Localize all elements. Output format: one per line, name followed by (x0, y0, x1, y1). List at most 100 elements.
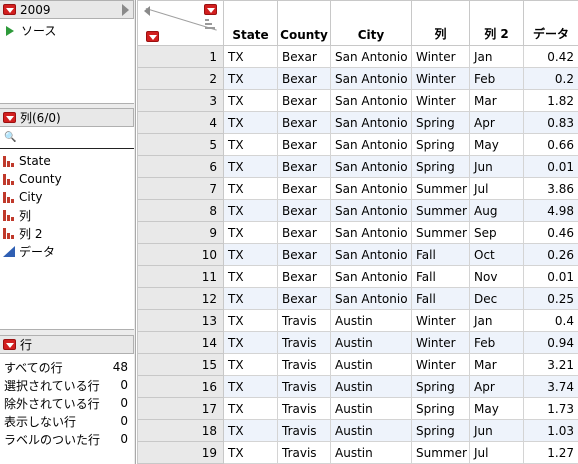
cell-city[interactable]: San Antonio (330, 67, 412, 90)
sort-icon[interactable] (205, 19, 215, 29)
cell-retsu[interactable]: Winter (411, 331, 470, 354)
cell-city[interactable]: San Antonio (330, 243, 412, 266)
row-number[interactable]: 9 (137, 221, 224, 244)
column-header-retsu-2[interactable]: 列 2 (469, 0, 524, 46)
column-item-data[interactable]: データ (0, 242, 134, 260)
table-row[interactable]: 6 TX Bexar San Antonio Spring Jun 0.01 (137, 155, 578, 178)
cell-retsu[interactable]: Winter (411, 45, 470, 68)
cell-city[interactable]: San Antonio (330, 111, 412, 134)
cell-retsu[interactable]: Spring (411, 155, 470, 178)
cell-county[interactable]: Bexar (277, 221, 331, 244)
columns-red-triangle-icon[interactable] (204, 4, 217, 15)
cell-retsu-2[interactable]: Feb (469, 331, 524, 354)
cell-retsu[interactable]: Summer (411, 221, 470, 244)
cell-retsu-2[interactable]: Aug (469, 199, 524, 222)
cell-data[interactable]: 0.01 (523, 155, 578, 178)
row-number[interactable]: 2 (137, 67, 224, 90)
cell-city[interactable]: San Antonio (330, 177, 412, 200)
cell-retsu-2[interactable]: Apr (469, 111, 524, 134)
cell-city[interactable]: San Antonio (330, 133, 412, 156)
row-number[interactable]: 8 (137, 199, 224, 222)
row-number[interactable]: 13 (137, 309, 224, 332)
cell-retsu-2[interactable]: Feb (469, 67, 524, 90)
cell-retsu[interactable]: Spring (411, 133, 470, 156)
cell-retsu-2[interactable]: Mar (469, 353, 524, 376)
cell-county[interactable]: Bexar (277, 199, 331, 222)
rows-red-triangle-icon[interactable] (146, 31, 159, 42)
column-header-retsu[interactable]: 列 (411, 0, 470, 46)
cell-retsu-2[interactable]: Jul (469, 177, 524, 200)
column-header-county[interactable]: County (277, 0, 331, 46)
cell-state[interactable]: TX (223, 331, 278, 354)
column-item-county[interactable]: County (0, 170, 134, 188)
cell-data[interactable]: 0.94 (523, 331, 578, 354)
collapse-arrow-icon[interactable] (122, 4, 129, 16)
table-row[interactable]: 13 TX Travis Austin Winter Jan 0.4 (137, 309, 578, 332)
cell-retsu-2[interactable]: Jun (469, 419, 524, 442)
cell-county[interactable]: Travis (277, 441, 331, 464)
column-header-data[interactable]: データ (523, 0, 578, 46)
cell-city[interactable]: Austin (330, 353, 412, 376)
column-item-retsu[interactable]: 列 (0, 206, 134, 224)
row-number[interactable]: 3 (137, 89, 224, 112)
row-number[interactable]: 5 (137, 133, 224, 156)
cell-data[interactable]: 1.03 (523, 419, 578, 442)
cell-state[interactable]: TX (223, 287, 278, 310)
cell-retsu-2[interactable]: May (469, 397, 524, 420)
cell-state[interactable]: TX (223, 353, 278, 376)
cell-county[interactable]: Travis (277, 419, 331, 442)
cell-state[interactable]: TX (223, 419, 278, 442)
row-number[interactable]: 10 (137, 243, 224, 266)
play-icon[interactable] (6, 25, 14, 36)
cell-retsu[interactable]: Winter (411, 353, 470, 376)
cell-city[interactable]: San Antonio (330, 287, 412, 310)
cell-data[interactable]: 0.66 (523, 133, 578, 156)
cell-state[interactable]: TX (223, 177, 278, 200)
row-number[interactable]: 19 (137, 441, 224, 464)
cell-retsu-2[interactable]: Nov (469, 265, 524, 288)
row-number[interactable]: 15 (137, 353, 224, 376)
cell-city[interactable]: San Antonio (330, 89, 412, 112)
table-row[interactable]: 7 TX Bexar San Antonio Summer Jul 3.86 (137, 177, 578, 200)
row-number[interactable]: 12 (137, 287, 224, 310)
cell-data[interactable]: 3.86 (523, 177, 578, 200)
row-number[interactable]: 14 (137, 331, 224, 354)
cell-state[interactable]: TX (223, 111, 278, 134)
rows-menu-red-triangle-icon[interactable] (3, 339, 16, 350)
cell-state[interactable]: TX (223, 221, 278, 244)
row-number[interactable]: 7 (137, 177, 224, 200)
cell-data[interactable]: 3.74 (523, 375, 578, 398)
cell-retsu[interactable]: Fall (411, 243, 470, 266)
cell-retsu[interactable]: Summer (411, 177, 470, 200)
cell-city[interactable]: Austin (330, 375, 412, 398)
row-number[interactable]: 4 (137, 111, 224, 134)
cell-state[interactable]: TX (223, 441, 278, 464)
table-row[interactable]: 9 TX Bexar San Antonio Summer Sep 0.46 (137, 221, 578, 244)
cell-data[interactable]: 0.4 (523, 309, 578, 332)
cell-city[interactable]: San Antonio (330, 45, 412, 68)
table-row[interactable]: 10 TX Bexar San Antonio Fall Oct 0.26 (137, 243, 578, 266)
cell-data[interactable]: 0.83 (523, 111, 578, 134)
cell-county[interactable]: Travis (277, 397, 331, 420)
cell-retsu-2[interactable]: Apr (469, 375, 524, 398)
cell-retsu[interactable]: Spring (411, 375, 470, 398)
cell-retsu-2[interactable]: Mar (469, 89, 524, 112)
table-row[interactable]: 14 TX Travis Austin Winter Feb 0.94 (137, 331, 578, 354)
cell-county[interactable]: Bexar (277, 89, 331, 112)
cell-city[interactable]: Austin (330, 441, 412, 464)
row-number[interactable]: 18 (137, 419, 224, 442)
cell-city[interactable]: San Antonio (330, 265, 412, 288)
cell-data[interactable]: 0.25 (523, 287, 578, 310)
cell-county[interactable]: Bexar (277, 287, 331, 310)
cell-retsu-2[interactable]: Jan (469, 45, 524, 68)
table-row[interactable]: 18 TX Travis Austin Spring Jun 1.03 (137, 419, 578, 442)
cell-retsu[interactable]: Summer (411, 199, 470, 222)
cell-state[interactable]: TX (223, 375, 278, 398)
cell-data[interactable]: 0.42 (523, 45, 578, 68)
table-row[interactable]: 2 TX Bexar San Antonio Winter Feb 0.2 (137, 67, 578, 90)
table-row[interactable]: 8 TX Bexar San Antonio Summer Aug 4.98 (137, 199, 578, 222)
cell-retsu[interactable]: Fall (411, 265, 470, 288)
cell-state[interactable]: TX (223, 45, 278, 68)
cell-data[interactable]: 3.21 (523, 353, 578, 376)
cell-county[interactable]: Bexar (277, 45, 331, 68)
